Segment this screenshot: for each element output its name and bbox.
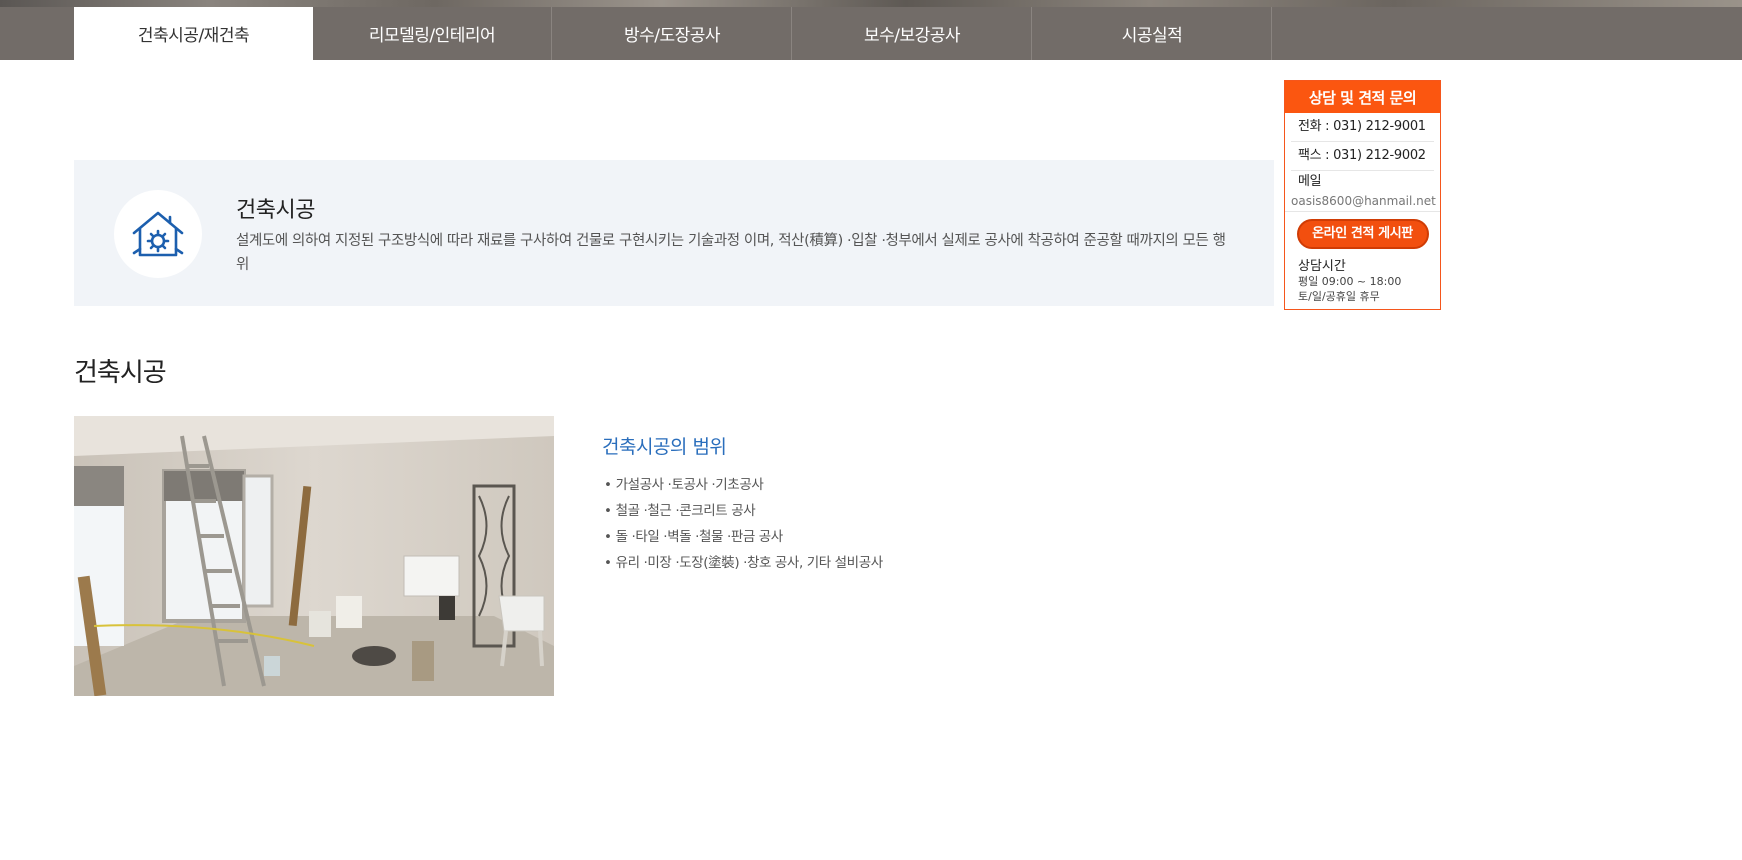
- bullet-icon: •: [604, 555, 612, 571]
- list-item: • 철골 ·철근 ·콘크리트 공사: [604, 498, 883, 524]
- list-item-text: 가설공사 ·토공사 ·기초공사: [615, 477, 764, 493]
- bullet-icon: •: [604, 529, 612, 545]
- list-item: • 가설공사 ·토공사 ·기초공사: [604, 472, 883, 498]
- list-item-text: 돌 ·타일 ·벽돌 ·철물 ·판금 공사: [615, 529, 784, 545]
- list-item-text: 유리 ·미장 ·도장(塗裝) ·창호 공사, 기타 설비공사: [615, 555, 884, 571]
- tab-construction[interactable]: 건축시공/재건축: [74, 7, 313, 60]
- scope-title: 건축시공의 범위: [602, 436, 727, 458]
- category-tab-bar: 건축시공/재건축 리모델링/인테리어 방수/도장공사 보수/보강공사 시공실적: [0, 7, 1742, 60]
- intro-description: 설계도에 의하여 지정된 구조방식에 따라 재료를 구사하여 건물로 구현시키는…: [236, 233, 1226, 273]
- house-gear-icon: [114, 190, 202, 278]
- consult-mail-label: 메일: [1298, 174, 1322, 189]
- list-item: • 유리 ·미장 ·도장(塗裝) ·창호 공사, 기타 설비공사: [604, 550, 883, 576]
- hours-title: 상담시간: [1298, 259, 1346, 274]
- online-estimate-button[interactable]: 온라인 견적 게시판: [1296, 219, 1429, 249]
- tab-remodeling[interactable]: 리모델링/인테리어: [313, 7, 552, 60]
- hours-weekday: 평일 09:00 ~ 18:00: [1298, 275, 1402, 288]
- construction-room-photo: [74, 416, 554, 696]
- scope-list: • 가설공사 ·토공사 ·기초공사 • 철골 ·철근 ·콘크리트 공사 • 돌 ·타일…: [604, 472, 883, 576]
- header-city-banner: [0, 0, 1742, 7]
- bullet-icon: •: [604, 477, 612, 493]
- tab-repair[interactable]: 보수/보강공사: [793, 7, 1032, 60]
- list-item: • 돌 ·타일 ·벽돌 ·철물 ·판금 공사: [604, 524, 883, 550]
- tab-waterproofing[interactable]: 방수/도장공사: [553, 7, 792, 60]
- intro-title: 건축시공: [236, 198, 315, 223]
- consult-fax: 팩스 : 031) 212-9002: [1291, 142, 1434, 171]
- consult-title: 상담 및 견적 문의: [1285, 81, 1440, 113]
- consult-phone: 전화 : 031) 212-9001: [1291, 113, 1434, 142]
- hours-holiday: 토/일/공휴일 휴무: [1298, 290, 1380, 303]
- consult-panel: 상담 및 견적 문의 전화 : 031) 212-9001 팩스 : 031) …: [1284, 80, 1441, 310]
- bullet-icon: •: [604, 503, 612, 519]
- consult-mail[interactable]: oasis8600@hanmail.net: [1285, 191, 1440, 212]
- list-item-text: 철골 ·철근 ·콘크리트 공사: [615, 503, 756, 519]
- section-title: 건축시공: [74, 358, 167, 388]
- intro-box: 건축시공 설계도에 의하여 지정된 구조방식에 따라 재료를 구사하여 건물로 …: [74, 160, 1274, 306]
- tab-portfolio[interactable]: 시공실적: [1033, 7, 1272, 60]
